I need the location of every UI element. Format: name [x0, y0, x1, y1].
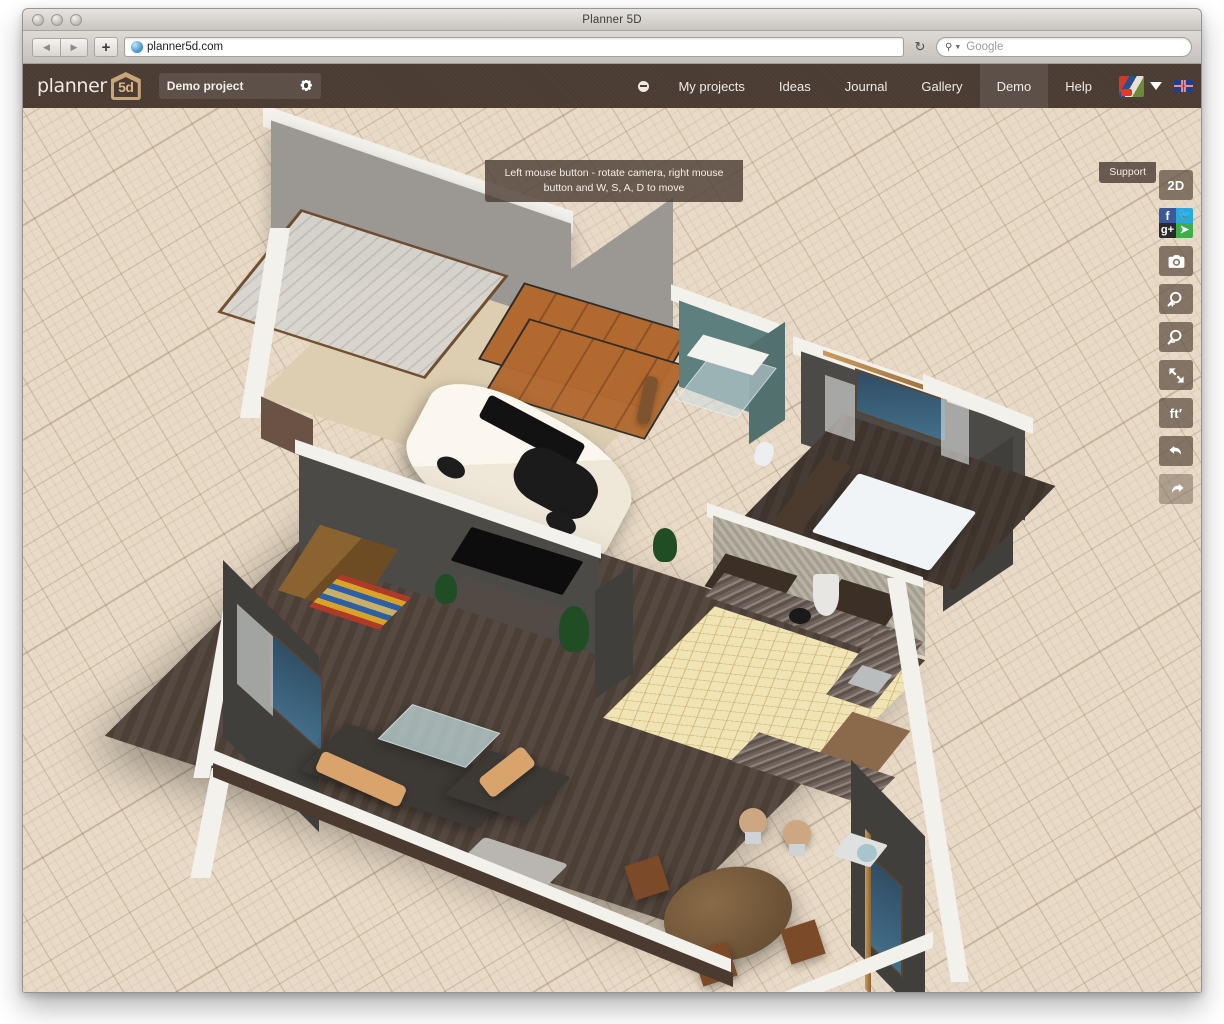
- site-globe-icon: [131, 41, 143, 53]
- camera-controls-tooltip: Left mouse button - rotate camera, right…: [485, 160, 743, 202]
- zoom-out-icon: [1167, 328, 1186, 347]
- view-2d-button[interactable]: 2D: [1159, 170, 1193, 200]
- bedroom-curtain-right: [941, 397, 969, 465]
- plant-hall: [653, 528, 677, 562]
- nav-gallery[interactable]: Gallery: [904, 64, 979, 108]
- chevron-down-icon[interactable]: [1150, 82, 1162, 90]
- units-button[interactable]: ft′: [1159, 398, 1193, 428]
- search-engine-caret-icon[interactable]: ▼: [954, 44, 961, 51]
- right-toolbar: 2D f 🐦 g+ ➤: [1159, 170, 1193, 504]
- floorplan-3d-model: [23, 108, 1201, 993]
- nav-status-dot-item[interactable]: [626, 64, 661, 108]
- main-navigation: My projects Ideas Journal Gallery Demo H…: [626, 64, 1201, 108]
- address-bar[interactable]: planner5d.com: [124, 37, 904, 57]
- avatar[interactable]: [1119, 76, 1144, 97]
- app-header: planner 5d Demo project My projects Idea…: [23, 64, 1201, 108]
- search-input[interactable]: ⚲ ▼ Google: [936, 37, 1192, 57]
- support-tab[interactable]: Support: [1099, 162, 1156, 183]
- twitter-icon[interactable]: 🐦: [1176, 208, 1193, 223]
- fullscreen-icon: [1167, 366, 1186, 385]
- minus-circle-icon: [638, 81, 649, 92]
- nav-help[interactable]: Help: [1048, 64, 1109, 108]
- logo-badge-label: 5d: [118, 79, 133, 95]
- perimeter-wall-front-left: [190, 768, 231, 878]
- plant-left: [435, 574, 457, 604]
- uk-flag-icon[interactable]: [1174, 80, 1193, 92]
- redo-button[interactable]: [1159, 474, 1193, 504]
- zoom-out-button[interactable]: [1159, 322, 1193, 352]
- bedroom-curtain-left: [825, 375, 855, 441]
- toilet: [752, 440, 777, 468]
- plant-right: [559, 606, 589, 652]
- nav-my-projects[interactable]: My projects: [661, 64, 761, 108]
- project-name-value: Demo project: [167, 79, 244, 93]
- camera-icon: [1167, 252, 1186, 271]
- reload-icon[interactable]: ↻: [910, 39, 930, 55]
- project-name-field[interactable]: Demo project: [159, 73, 321, 99]
- bar-stool-1-leg: [745, 832, 761, 844]
- nav-journal[interactable]: Journal: [828, 64, 905, 108]
- units-label: ft′: [1170, 406, 1183, 421]
- address-bar-value: planner5d.com: [147, 41, 223, 53]
- forward-arrow-icon[interactable]: ▶: [60, 38, 88, 57]
- cooktop: [789, 608, 811, 624]
- social-share-group[interactable]: f 🐦 g+ ➤: [1159, 208, 1193, 238]
- browser-window: Planner 5D ◀ ▶ + planner5d.com ↻ ⚲ ▼ Goo…: [22, 8, 1202, 993]
- undo-icon: [1167, 442, 1186, 461]
- back-arrow-icon[interactable]: ◀: [32, 38, 60, 57]
- zoom-in-button[interactable]: [1159, 284, 1193, 314]
- view-2d-label: 2D: [1167, 178, 1184, 193]
- nav-buttons: ◀ ▶: [32, 38, 88, 57]
- bar-stool-2-leg: [789, 844, 805, 856]
- search-icon: ⚲: [945, 42, 952, 53]
- new-tab-button[interactable]: +: [94, 37, 118, 57]
- browser-toolbar: ◀ ▶ + planner5d.com ↻ ⚲ ▼ Google: [23, 31, 1201, 64]
- share-icon[interactable]: ➤: [1176, 223, 1193, 238]
- snapshot-button[interactable]: [1159, 246, 1193, 276]
- fullscreen-button[interactable]: [1159, 360, 1193, 390]
- redo-icon: [1167, 480, 1186, 499]
- scene-canvas[interactable]: Left mouse button - rotate camera, right…: [23, 108, 1201, 993]
- planner5d-app: planner 5d Demo project My projects Idea…: [23, 64, 1201, 993]
- undo-button[interactable]: [1159, 436, 1193, 466]
- facebook-icon[interactable]: f: [1159, 208, 1176, 223]
- browser-titlebar: Planner 5D: [23, 9, 1201, 31]
- nav-ideas[interactable]: Ideas: [762, 64, 828, 108]
- google-plus-icon[interactable]: g+: [1159, 223, 1176, 238]
- search-input-placeholder: Google: [966, 41, 1003, 53]
- zoom-in-icon: [1167, 290, 1186, 309]
- logo-house-icon: 5d: [111, 72, 141, 100]
- window-title: Planner 5D: [23, 14, 1201, 26]
- nav-demo[interactable]: Demo: [980, 64, 1049, 108]
- planner5d-logo[interactable]: planner 5d: [37, 72, 141, 100]
- washing-machine-door: [857, 844, 877, 862]
- dining-chair-2: [780, 919, 825, 964]
- logo-wordmark: planner: [37, 75, 107, 97]
- gear-icon[interactable]: [300, 80, 313, 93]
- account-menu[interactable]: [1109, 64, 1201, 108]
- range-hood: [813, 574, 839, 616]
